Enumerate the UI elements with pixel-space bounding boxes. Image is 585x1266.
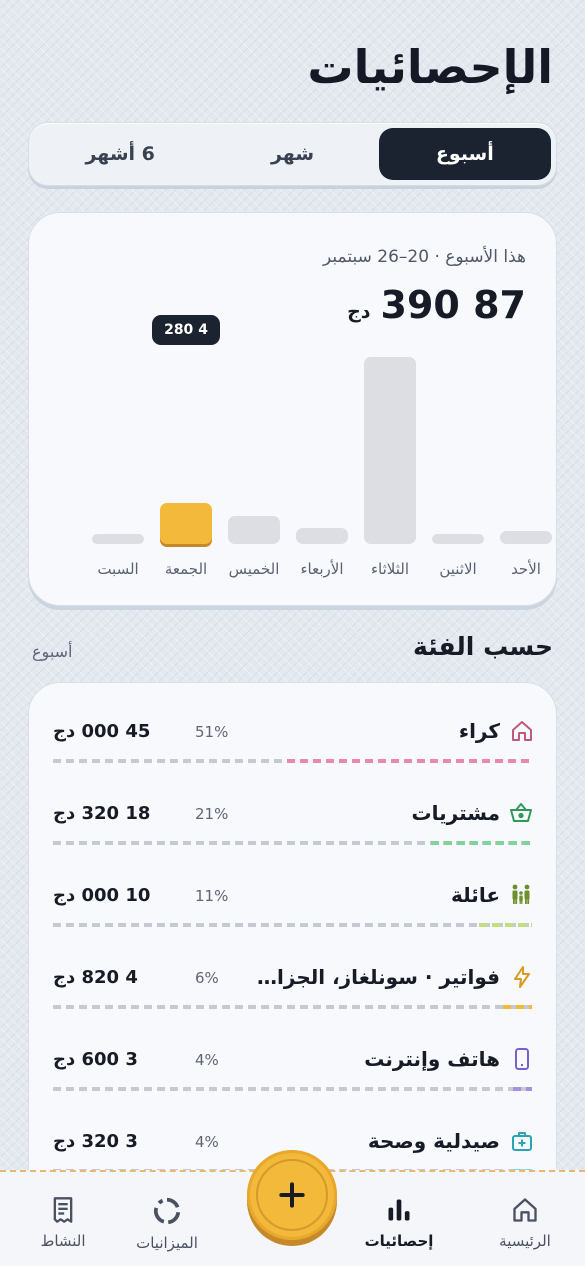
category-name: عائلة	[451, 883, 500, 907]
chart-bar[interactable]	[160, 502, 212, 544]
category-name: كراء	[458, 719, 500, 743]
category-row[interactable]: عائلة 11% 10 000 دج	[29, 853, 556, 935]
category-progress-fill	[479, 923, 532, 927]
chart-tooltip: 4 280	[152, 315, 220, 345]
chart-bar[interactable]	[432, 534, 484, 544]
category-percent: 11%	[195, 887, 229, 905]
category-progress-fill	[512, 1087, 532, 1091]
category-progress-track	[53, 1087, 532, 1091]
chart-day-label: السبت	[97, 560, 139, 578]
home-icon	[513, 1198, 537, 1222]
receipt-icon	[53, 1197, 73, 1223]
tab-stats[interactable]: إحصائيات	[339, 1196, 459, 1250]
chart-bar[interactable]	[500, 530, 552, 544]
category-row[interactable]: مشتريات 21% 18 320 دج	[29, 771, 556, 853]
category-progress-fill	[431, 841, 532, 845]
category-percent: 4%	[195, 1133, 219, 1151]
category-name: فواتير · سونلغاز، الجزائرية للمياه	[250, 965, 500, 989]
category-percent: 6%	[195, 969, 219, 987]
tab-month[interactable]: شهر	[206, 128, 378, 180]
chart-day-label: الأحد	[511, 560, 541, 578]
page-title: الإحصائيات	[307, 40, 553, 94]
category-amount: 18 320 دج	[53, 803, 151, 824]
category-progress-fill	[503, 1005, 532, 1009]
chart-day-label: الثلاثاء	[370, 560, 409, 578]
family-icon	[510, 883, 534, 907]
donut-icon	[153, 1197, 181, 1225]
category-row[interactable]: كراء 51% 45 000 دج	[29, 689, 556, 771]
category-row[interactable]: فواتير · سونلغاز، الجزائرية للمياه 6% 4 82…	[29, 935, 556, 1017]
category-amount: 3 320 دج	[53, 1131, 138, 1152]
tab-budgets[interactable]: الميزانيات	[107, 1196, 227, 1252]
phone-icon	[510, 1047, 534, 1071]
period-segmented-control: أسبوع شهر 6 أشهر	[28, 122, 557, 186]
basket-icon	[510, 801, 534, 825]
weekly-summary-card: هذا الأسبوع · 20–26 سبتمبر 87 390 دج الأ…	[28, 212, 557, 606]
section-period-label[interactable]: أسبوع	[32, 642, 73, 661]
chart-day-label: الأربعاء	[300, 560, 344, 578]
category-name: هاتف وإنترنت	[364, 1047, 500, 1071]
chart-bar[interactable]	[92, 534, 144, 544]
tab-6-months[interactable]: 6 أشهر	[34, 128, 206, 180]
add-transaction-button[interactable]	[247, 1150, 337, 1240]
chart-bar[interactable]	[296, 527, 348, 544]
category-amount: 10 000 دج	[53, 885, 151, 906]
tab-week[interactable]: أسبوع	[378, 128, 551, 180]
category-amount: 3 600 دج	[53, 1049, 138, 1070]
category-progress-track	[53, 923, 532, 927]
bar-chart-icon	[388, 1199, 410, 1221]
chart-day-label: الجمعة	[164, 560, 208, 578]
chart-day-label: الاثنين	[439, 560, 477, 578]
tab-budgets-label: الميزانيات	[136, 1234, 198, 1252]
category-percent: 51%	[195, 723, 229, 741]
category-progress-track	[53, 1005, 532, 1009]
category-percent: 21%	[195, 805, 229, 823]
category-percent: 4%	[195, 1051, 219, 1069]
tab-activity-label: النشاط	[40, 1232, 86, 1250]
bolt-icon	[510, 965, 534, 989]
chart-bar[interactable]	[228, 516, 280, 544]
tab-home[interactable]: الرئيسية	[465, 1196, 585, 1250]
category-name: صيدلية وصحة	[367, 1129, 500, 1153]
category-row[interactable]: هاتف وإنترنت 4% 3 600 دج	[29, 1017, 556, 1099]
category-amount: 4 820 دج	[53, 967, 138, 988]
tab-activity[interactable]: النشاط	[3, 1196, 123, 1250]
tab-stats-label: إحصائيات	[364, 1232, 434, 1250]
section-title-by-category: حسب الفئة	[413, 632, 553, 661]
chart-bar[interactable]	[364, 356, 416, 544]
weekly-bar-chart: الأحد الاثنين الثلاثاء الأربعاء الخميس الجمعة…	[29, 213, 556, 607]
category-name: مشتريات	[411, 801, 500, 825]
medkit-icon	[510, 1129, 534, 1153]
chart-day-label: الخميس	[228, 560, 280, 578]
tab-home-label: الرئيسية	[499, 1232, 551, 1250]
plus-icon	[279, 1182, 305, 1208]
category-progress-fill	[286, 759, 532, 763]
category-amount: 45 000 دج	[53, 721, 151, 742]
home-icon	[510, 719, 534, 743]
